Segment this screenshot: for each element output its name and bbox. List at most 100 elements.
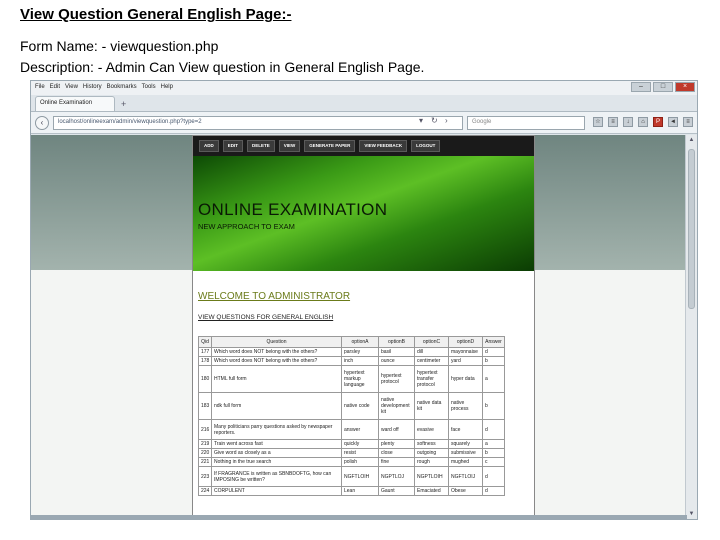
cell-option-a: Lean <box>341 486 379 496</box>
browser-toolbar-icons: ☆ ≡ ↓ ⌂ P ◄ ≡ <box>593 117 693 127</box>
cell-option-c: Emaciated <box>414 486 449 496</box>
cell-qid: 178 <box>198 356 212 366</box>
close-icon[interactable]: × <box>675 82 695 92</box>
cell-answer: a <box>482 365 505 393</box>
cell-option-d: hyper data <box>448 365 483 393</box>
header-answer: Answer <box>482 336 505 348</box>
cell-answer: c <box>482 457 505 467</box>
cell-option-b: plenty <box>378 439 415 449</box>
search-input[interactable]: Google <box>467 116 585 130</box>
new-tab-icon[interactable]: + <box>121 99 126 109</box>
dropdown-arrow-icon[interactable]: ▾ <box>419 116 423 125</box>
slide-form-line: Form Name: - viewquestion.php <box>20 38 219 54</box>
cell-option-b: hypertext protocol <box>378 365 415 393</box>
menu-history[interactable]: History <box>83 84 102 95</box>
cell-option-a: hypertext markup language <box>341 365 379 393</box>
cell-answer: d <box>482 347 505 357</box>
scrollbar-thumb[interactable] <box>688 149 695 309</box>
menu-bookmarks[interactable]: Bookmarks <box>107 84 137 95</box>
nav-logout[interactable]: LOGOUT <box>411 140 441 152</box>
cell-option-d: native process <box>448 392 483 420</box>
web-page: ADD EDIT DELETE VIEW GENERATE PAPER VIEW… <box>192 135 535 519</box>
scroll-up-icon[interactable]: ▲ <box>687 136 696 145</box>
url-bar[interactable]: localhost/onlineexam/admin/viewquestion.… <box>53 116 463 130</box>
reading-list-icon[interactable]: ≡ <box>608 117 618 127</box>
tab-strip: Online Examination + <box>31 95 697 112</box>
cell-answer: d <box>482 419 505 440</box>
cell-question: Many politicians parry questions asked b… <box>211 419 342 440</box>
horizontal-scrollbar[interactable] <box>31 515 687 519</box>
cell-answer: a <box>482 439 505 449</box>
nav-view-feedback[interactable]: VIEW FEEDBACK <box>359 140 408 152</box>
cell-question: Which word does NOT belong with the othe… <box>211 356 342 366</box>
vertical-scrollbar[interactable]: ▲ ▼ <box>685 135 697 519</box>
cell-answer: d <box>482 486 505 496</box>
download-icon[interactable]: ↓ <box>623 117 633 127</box>
menu-tools[interactable]: Tools <box>142 84 156 95</box>
menu-help[interactable]: Help <box>161 84 173 95</box>
cell-qid: 224 <box>198 486 212 496</box>
cell-option-c: hypertext transfer protocol <box>414 365 449 393</box>
table-row: 216 Many politicians parry questions ask… <box>198 419 505 440</box>
header-option-c: optionC <box>414 336 449 348</box>
cell-question: ndk full form <box>211 392 342 420</box>
cell-option-b: fine <box>378 457 415 467</box>
table-row: 180 HTML full form hypertext markup lang… <box>198 365 505 393</box>
cell-option-c: outgoing <box>414 448 449 458</box>
cell-option-b: NGPTLOJ <box>378 466 415 487</box>
cell-option-c: evasive <box>414 419 449 440</box>
header-option-a: optionA <box>341 336 379 348</box>
table-header-row: Qid Question optionA optionB optionC opt… <box>198 336 505 348</box>
header-option-b: optionB <box>378 336 415 348</box>
cell-option-a: inch <box>341 356 379 366</box>
menu-file[interactable]: File <box>35 84 45 95</box>
cell-question: CORPULENT <box>211 486 342 496</box>
navigation-bar: ‹ localhost/onlineexam/admin/viewquestio… <box>31 112 697 134</box>
browser-tab[interactable]: Online Examination <box>35 96 115 111</box>
star-icon[interactable]: ☆ <box>593 117 603 127</box>
scroll-down-icon[interactable]: ▼ <box>687 510 696 519</box>
cell-qid: 220 <box>198 448 212 458</box>
cell-answer: d <box>482 466 505 487</box>
cell-question: HTML full form <box>211 365 342 393</box>
cell-option-d: NGFTLOIJ <box>448 466 483 487</box>
cell-option-b: basil <box>378 347 415 357</box>
site-banner: ONLINE EXAMINATION NEW APPROACH TO EXAM <box>193 156 534 271</box>
table-row: 183 ndk full form native code native dev… <box>198 392 505 420</box>
cell-qid: 177 <box>198 347 212 357</box>
share-icon[interactable]: ◄ <box>668 117 678 127</box>
cell-qid: 180 <box>198 365 212 393</box>
cell-question: Nothing in the true search <box>211 457 342 467</box>
nav-view[interactable]: VIEW <box>278 140 301 152</box>
cell-option-b: Gaunt <box>378 486 415 496</box>
slide-title: View Question General English Page:- <box>20 6 292 23</box>
cell-answer: b <box>482 448 505 458</box>
nav-edit[interactable]: EDIT <box>222 140 244 152</box>
hamburger-menu-icon[interactable]: ≡ <box>683 117 693 127</box>
back-arrow-icon[interactable]: ‹ <box>35 116 49 130</box>
cell-option-b: close <box>378 448 415 458</box>
cell-option-b: ounce <box>378 356 415 366</box>
cell-option-d: yard <box>448 356 483 366</box>
welcome-heading: WELCOME TO ADMINISTRATOR <box>198 291 351 302</box>
questions-table: Qid Question optionA optionB optionC opt… <box>198 336 505 496</box>
nav-add[interactable]: ADD <box>199 140 219 152</box>
reload-icon[interactable]: ↻ <box>431 116 438 125</box>
table-row: 177 Which word does NOT belong with the … <box>198 347 505 357</box>
cell-option-c: centimeter <box>414 356 449 366</box>
home-icon[interactable]: ⌂ <box>638 117 648 127</box>
addon-icon[interactable]: P <box>653 117 663 127</box>
maximize-icon[interactable]: □ <box>653 82 673 92</box>
nav-delete[interactable]: DELETE <box>247 140 275 152</box>
menu-edit[interactable]: Edit <box>50 84 60 95</box>
site-nav: ADD EDIT DELETE VIEW GENERATE PAPER VIEW… <box>193 136 534 156</box>
cell-option-d: squarely <box>448 439 483 449</box>
minimize-icon[interactable]: – <box>631 82 651 92</box>
cell-option-a: resist <box>341 448 379 458</box>
table-row: 178 Which word does NOT belong with the … <box>198 356 505 366</box>
nav-generate-paper[interactable]: GENERATE PAPER <box>304 140 356 152</box>
forward-arrow-icon[interactable]: › <box>445 116 448 125</box>
banner-title: ONLINE EXAMINATION <box>198 200 388 219</box>
menu-view[interactable]: View <box>65 84 78 95</box>
slide-description-line: Description: - Admin Can View question i… <box>20 59 425 75</box>
